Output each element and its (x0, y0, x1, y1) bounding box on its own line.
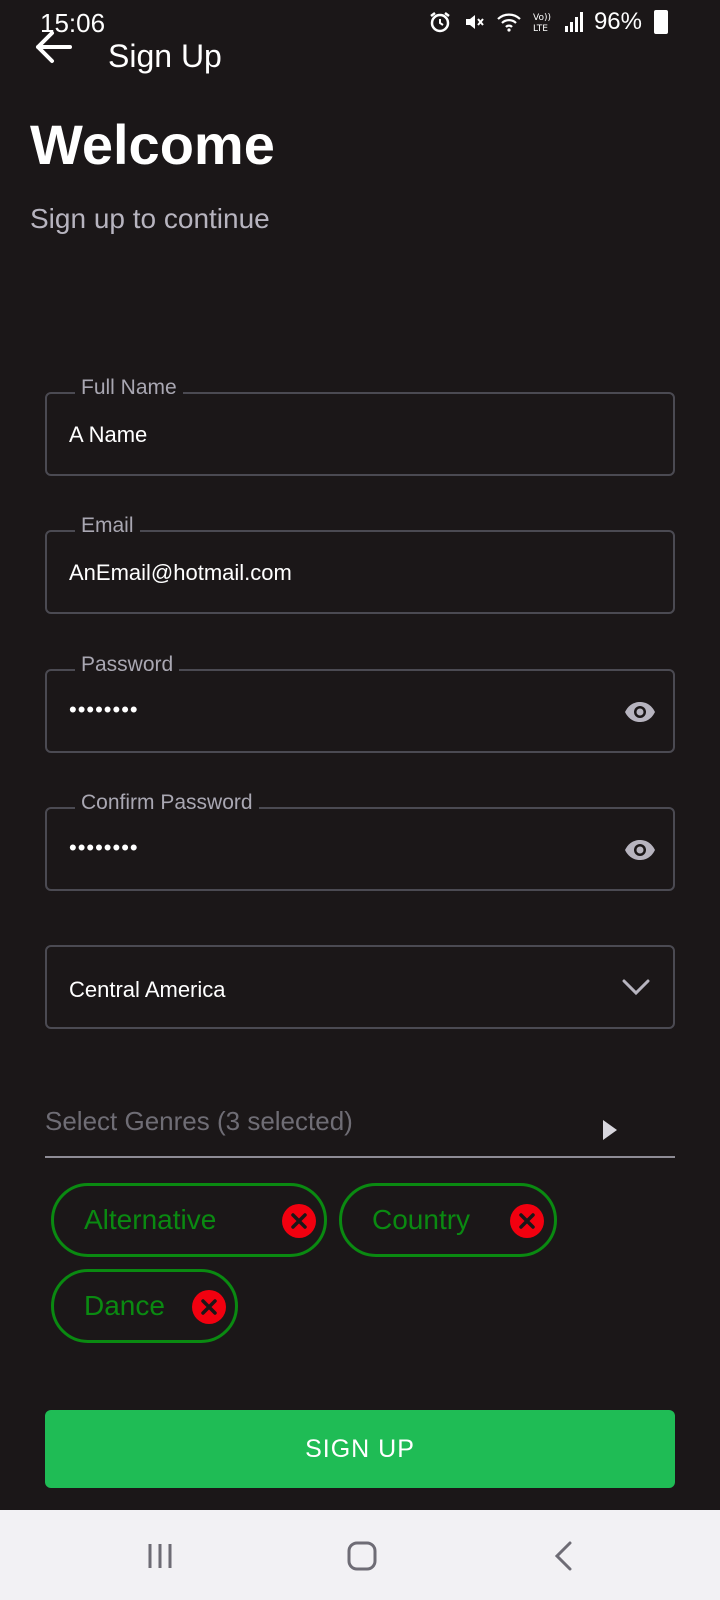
system-nav-bar (0, 1510, 720, 1600)
chip-remove-button[interactable] (282, 1204, 316, 1238)
password-label: Password (75, 653, 180, 677)
eye-icon (625, 702, 655, 722)
chip-remove-button[interactable] (510, 1204, 544, 1238)
recent-apps-icon (148, 1544, 172, 1568)
nav-back-button[interactable] (544, 1538, 584, 1574)
close-icon (201, 1299, 217, 1315)
welcome-heading: Welcome (30, 113, 275, 176)
full-name-label: Full Name (75, 376, 183, 400)
password-field[interactable]: Password •••••••• (45, 653, 675, 753)
confirm-password-field[interactable]: Confirm Password •••••••• (45, 791, 675, 891)
back-button[interactable] (30, 24, 76, 70)
genre-select-label: Select Genres (3 selected) (45, 1106, 353, 1136)
app-title: Sign Up (108, 38, 222, 74)
region-dropdown[interactable]: Central America (45, 945, 675, 1029)
confirm-password-visibility-toggle[interactable] (623, 835, 657, 865)
email-label: Email (75, 514, 140, 538)
sign-up-button[interactable]: SIGN UP (45, 1410, 675, 1488)
recent-apps-button[interactable] (140, 1538, 180, 1574)
genre-select[interactable]: Select Genres (3 selected) (45, 1080, 675, 1158)
email-field[interactable]: Email AnEmail@hotmail.com (45, 514, 675, 614)
genre-chip: Alternative (51, 1183, 327, 1257)
genre-chip-label: Country (372, 1204, 471, 1235)
arrow-left-icon (36, 31, 72, 63)
full-name-field[interactable]: Full Name A Name (45, 376, 675, 476)
close-icon (291, 1213, 307, 1229)
confirm-password-value: •••••••• (69, 835, 139, 860)
chevron-left-icon (554, 1541, 572, 1571)
full-name-value: A Name (69, 422, 148, 447)
password-value: •••••••• (69, 697, 139, 722)
genre-chip-label: Dance (84, 1290, 165, 1321)
genre-chip: Dance (51, 1269, 238, 1343)
confirm-password-label: Confirm Password (75, 791, 259, 815)
subtitle: Sign up to continue (30, 203, 270, 234)
chevron-down-icon (622, 979, 650, 996)
home-button[interactable] (342, 1538, 382, 1574)
region-value: Central America (69, 977, 226, 1002)
genre-chip: Country (339, 1183, 557, 1257)
email-value: AnEmail@hotmail.com (69, 560, 292, 585)
play-arrow-icon (603, 1120, 617, 1140)
app-bar: Sign Up (0, 18, 720, 88)
close-icon (519, 1213, 535, 1229)
eye-icon (625, 840, 655, 860)
home-icon (347, 1541, 377, 1571)
genre-chip-label: Alternative (84, 1204, 217, 1235)
chip-remove-button[interactable] (192, 1290, 226, 1324)
password-visibility-toggle[interactable] (623, 697, 657, 727)
